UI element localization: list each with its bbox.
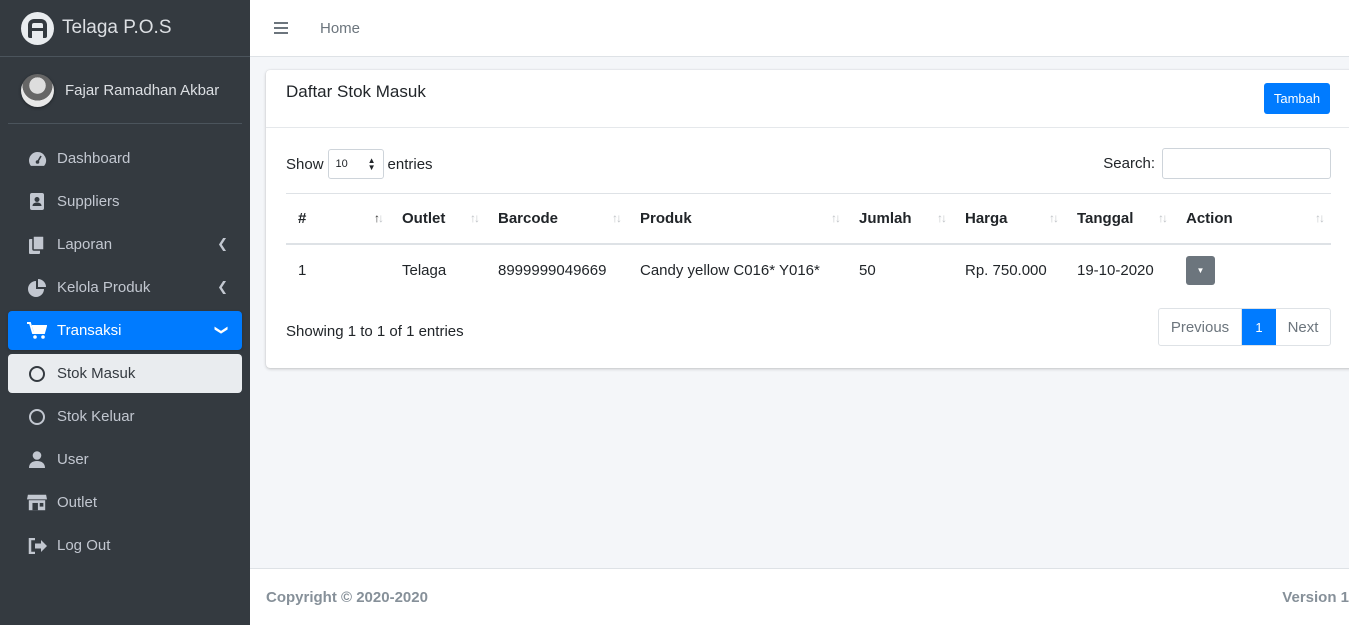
pie-chart-icon [27, 278, 47, 297]
sidebar-item-label: Outlet [57, 494, 98, 511]
cell-barcode: 8999999049669 [498, 261, 607, 279]
store-icon [27, 494, 47, 512]
sort-icon: ↑↓ [937, 211, 947, 225]
card-title: Daftar Stok Masuk [286, 82, 426, 101]
sort-icon: ↑↓ [1315, 211, 1325, 225]
pagination-next[interactable]: Next [1276, 309, 1330, 345]
entries-select[interactable]: 10 ▲ ▼ [327, 149, 384, 179]
cell-action: ▼ [1174, 244, 1331, 296]
column-header-outlet[interactable]: Outlet ↑↓ [390, 193, 486, 245]
home-link[interactable]: Home [320, 20, 360, 37]
sort-icon: ↑↓ [470, 211, 480, 225]
footer: Copyright © 2020-2020 Version 1 [250, 568, 1349, 625]
sidebar-item-label: Transaksi [57, 322, 122, 339]
sidebar-item-outlet[interactable]: Outlet [8, 483, 242, 522]
cell-jumlah: 50 [859, 261, 876, 279]
sidebar-item-label: Laporan [57, 236, 113, 253]
chevron-down-icon: ❮ [212, 324, 228, 336]
stok-masuk-card: Daftar Stok Masuk Tambah Show 10 ▲ ▼ entr… [266, 70, 1349, 368]
sidebar-item-label: Log Out [57, 537, 111, 554]
sidebar-item-log-out[interactable]: Log Out [8, 526, 242, 565]
avatar [21, 73, 54, 107]
table-header-row: # ↑↓ Outlet ↑↓ Barcode ↑↓ Produk ↑↓ Jumlah ↑↓… [286, 193, 1331, 245]
brand-link[interactable]: Telaga P.O.S [0, 0, 250, 57]
sidebar-item-label: Kelola Produk [57, 279, 151, 296]
cart-icon [27, 321, 47, 340]
brand-logo-icon [21, 11, 54, 45]
table-info: Showing 1 to 1 of 1 entries [286, 323, 464, 340]
column-header-tanggal[interactable]: Tanggal ↑↓ [1065, 193, 1174, 245]
sign-out-icon [27, 537, 47, 555]
column-header-action[interactable]: Action ↑↓ [1174, 193, 1331, 245]
sort-arrows-icon: ▲ ▼ [367, 156, 376, 172]
menu-toggle-icon[interactable] [274, 22, 288, 34]
sidebar-nav: Dashboard Suppliers Laporan ❮ Kelola Pro… [0, 124, 250, 565]
pagination-page-1[interactable]: 1 [1242, 309, 1276, 345]
cell-no: 1 [298, 261, 307, 279]
cell-produk: Candy yellow C016* Y016* [640, 261, 820, 279]
cell-harga: Rp. 750.000 [965, 261, 1047, 279]
sidebar-item-suppliers[interactable]: Suppliers [8, 182, 242, 221]
user-icon [27, 451, 47, 469]
entries-length-control: Show 10 ▲ ▼ entries [286, 149, 433, 179]
user-name: Fajar Ramadhan Akbar [65, 81, 220, 99]
cell-outlet: Telaga [402, 261, 447, 279]
entries-label: entries [387, 155, 433, 173]
cell-tanggal: 19-10-2020 [1077, 261, 1154, 279]
address-book-icon [27, 193, 47, 211]
top-navbar: Home [250, 0, 1349, 57]
sidebar-item-user[interactable]: User [8, 440, 242, 479]
copyright-text: Copyright © 2020-2020 [266, 588, 428, 606]
sidebar-item-label: Stok Masuk [57, 365, 136, 382]
show-label: Show [286, 155, 324, 173]
sidebar-item-label: Suppliers [57, 193, 120, 210]
action-dropdown-button[interactable]: ▼ [1186, 255, 1215, 285]
column-header-produk[interactable]: Produk ↑↓ [628, 193, 847, 245]
circle-icon [27, 365, 47, 383]
sidebar-item-label: Stok Keluar [57, 408, 135, 425]
sidebar-item-stok-keluar[interactable]: Stok Keluar [8, 397, 242, 436]
column-header-harga[interactable]: Harga ↑↓ [953, 193, 1065, 245]
sort-icon: ↑↓ [1049, 211, 1059, 225]
stok-masuk-table: # ↑↓ Outlet ↑↓ Barcode ↑↓ Produk ↑↓ Jumlah ↑↓… [286, 193, 1331, 296]
chevron-left-icon: ❮ [217, 279, 228, 294]
sidebar: Telaga P.O.S Fajar Ramadhan Akbar Dashbo… [0, 0, 250, 625]
chevron-left-icon: ❮ [217, 236, 228, 251]
sort-icon: ↑↓ [612, 211, 622, 225]
add-button[interactable]: Tambah [1264, 83, 1330, 114]
search-control: Search: [1103, 148, 1331, 179]
search-input[interactable] [1162, 148, 1331, 179]
sort-icon: ↑↓ [831, 211, 841, 225]
sidebar-item-kelola-produk[interactable]: Kelola Produk ❮ [8, 268, 242, 307]
caret-down-icon: ▼ [1196, 265, 1205, 275]
circle-icon [27, 408, 47, 426]
column-header-no[interactable]: # ↑↓ [286, 193, 390, 245]
sidebar-item-label: Dashboard [57, 150, 131, 167]
pagination-previous[interactable]: Previous [1159, 309, 1242, 345]
tachometer-icon [27, 150, 47, 168]
sort-icon: ↑↓ [1158, 211, 1168, 225]
sidebar-item-stok-masuk[interactable]: Stok Masuk [8, 354, 242, 393]
pagination: Previous 1 Next [1158, 308, 1331, 346]
entries-select-value: 10 [335, 158, 348, 170]
sidebar-item-transaksi[interactable]: Transaksi ❮ [8, 311, 242, 350]
search-label: Search: [1103, 155, 1155, 172]
table-row: 1 Telaga 8999999049669 Candy yellow C016… [286, 244, 1331, 296]
user-panel[interactable]: Fajar Ramadhan Akbar [8, 57, 242, 124]
sidebar-item-dashboard[interactable]: Dashboard [8, 139, 242, 178]
copy-icon [27, 235, 47, 254]
sidebar-item-label: User [57, 451, 89, 468]
sort-icon: ↑↓ [374, 211, 384, 225]
brand-text: Telaga P.O.S [62, 17, 172, 38]
sidebar-item-laporan[interactable]: Laporan ❮ [8, 225, 242, 264]
column-header-jumlah[interactable]: Jumlah ↑↓ [847, 193, 953, 245]
column-header-barcode[interactable]: Barcode ↑↓ [486, 193, 628, 245]
card-header: Daftar Stok Masuk Tambah [266, 70, 1349, 128]
version-text: Version 1 [1282, 588, 1349, 606]
